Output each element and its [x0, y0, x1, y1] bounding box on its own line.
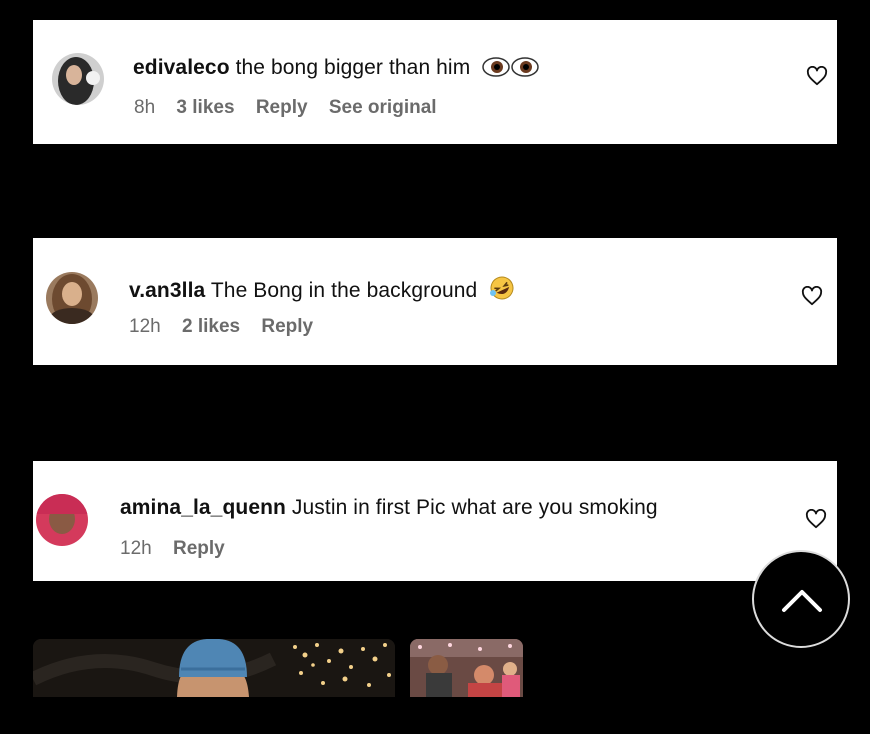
comment-timestamp: 8h — [134, 97, 156, 118]
heart-outline-icon[interactable] — [806, 66, 828, 86]
avatar[interactable] — [36, 494, 88, 546]
comment-username[interactable]: amina_la_quenn — [120, 496, 286, 519]
avatar[interactable] — [52, 53, 104, 105]
reply-button[interactable]: Reply — [261, 316, 313, 337]
image-thumbnail[interactable] — [33, 639, 395, 697]
comment-card: amina_la_quenn Justin in first Pic what … — [33, 461, 837, 581]
comment-username[interactable]: v.an3lla — [129, 279, 205, 302]
likes-count[interactable]: 2 likes — [182, 316, 240, 337]
scroll-to-top-button[interactable] — [752, 550, 850, 648]
heart-outline-icon[interactable] — [805, 509, 827, 529]
reply-button[interactable]: Reply — [256, 97, 308, 118]
reply-button[interactable]: Reply — [173, 538, 225, 559]
chevron-up-icon — [782, 590, 822, 612]
comment-card: edivaleco the bong bigger than him 8h 3 … — [33, 20, 837, 144]
see-original-button[interactable]: See original — [329, 97, 437, 118]
comment-text: The Bong in the background — [210, 279, 478, 302]
heart-outline-icon[interactable] — [801, 286, 823, 306]
comment-timestamp: 12h — [129, 316, 161, 337]
comment-timestamp: 12h — [120, 538, 152, 559]
comment-username[interactable]: edivaleco — [133, 56, 230, 79]
likes-count[interactable]: 3 likes — [176, 97, 234, 118]
avatar[interactable] — [46, 272, 98, 324]
comment-text: the bong bigger than him — [235, 56, 471, 79]
rofl-emoji — [489, 275, 515, 307]
comment-text: Justin in first Pic what are you smoking — [291, 496, 658, 519]
comment-card: v.an3lla The Bong in the background 12h … — [33, 238, 837, 365]
eyes-emoji — [482, 56, 540, 84]
image-thumbnail[interactable] — [410, 639, 523, 697]
